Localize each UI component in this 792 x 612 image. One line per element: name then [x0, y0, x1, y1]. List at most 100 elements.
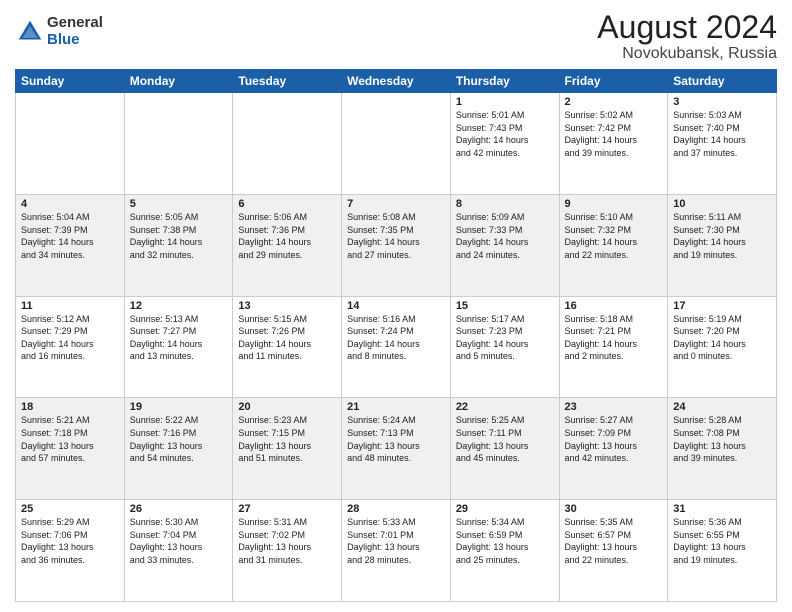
col-header-saturday: Saturday — [668, 70, 777, 93]
day-cell — [124, 93, 233, 195]
day-cell: 7Sunrise: 5:08 AM Sunset: 7:35 PM Daylig… — [342, 194, 451, 296]
day-number: 19 — [130, 401, 228, 413]
day-cell: 6Sunrise: 5:06 AM Sunset: 7:36 PM Daylig… — [233, 194, 342, 296]
week-row-5: 25Sunrise: 5:29 AM Sunset: 7:06 PM Dayli… — [16, 500, 777, 602]
day-info: Sunrise: 5:19 AM Sunset: 7:20 PM Dayligh… — [673, 313, 771, 363]
day-info: Sunrise: 5:28 AM Sunset: 7:08 PM Dayligh… — [673, 414, 771, 464]
day-number: 8 — [456, 198, 554, 210]
day-cell: 10Sunrise: 5:11 AM Sunset: 7:30 PM Dayli… — [668, 194, 777, 296]
day-cell: 13Sunrise: 5:15 AM Sunset: 7:26 PM Dayli… — [233, 296, 342, 398]
day-info: Sunrise: 5:05 AM Sunset: 7:38 PM Dayligh… — [130, 211, 228, 261]
day-number: 21 — [347, 401, 445, 413]
day-number: 20 — [238, 401, 336, 413]
day-number: 25 — [21, 503, 119, 515]
day-cell: 11Sunrise: 5:12 AM Sunset: 7:29 PM Dayli… — [16, 296, 125, 398]
day-info: Sunrise: 5:27 AM Sunset: 7:09 PM Dayligh… — [565, 414, 663, 464]
day-number: 18 — [21, 401, 119, 413]
day-info: Sunrise: 5:24 AM Sunset: 7:13 PM Dayligh… — [347, 414, 445, 464]
logo-blue: Blue — [47, 32, 103, 49]
day-cell: 3Sunrise: 5:03 AM Sunset: 7:40 PM Daylig… — [668, 93, 777, 195]
day-cell: 25Sunrise: 5:29 AM Sunset: 7:06 PM Dayli… — [16, 500, 125, 602]
day-cell — [233, 93, 342, 195]
day-cell: 9Sunrise: 5:10 AM Sunset: 7:32 PM Daylig… — [559, 194, 668, 296]
day-info: Sunrise: 5:16 AM Sunset: 7:24 PM Dayligh… — [347, 313, 445, 363]
col-header-thursday: Thursday — [450, 70, 559, 93]
day-cell: 27Sunrise: 5:31 AM Sunset: 7:02 PM Dayli… — [233, 500, 342, 602]
day-cell: 22Sunrise: 5:25 AM Sunset: 7:11 PM Dayli… — [450, 398, 559, 500]
day-info: Sunrise: 5:22 AM Sunset: 7:16 PM Dayligh… — [130, 414, 228, 464]
day-cell: 4Sunrise: 5:04 AM Sunset: 7:39 PM Daylig… — [16, 194, 125, 296]
day-info: Sunrise: 5:02 AM Sunset: 7:42 PM Dayligh… — [565, 109, 663, 159]
day-info: Sunrise: 5:12 AM Sunset: 7:29 PM Dayligh… — [21, 313, 119, 363]
day-cell: 15Sunrise: 5:17 AM Sunset: 7:23 PM Dayli… — [450, 296, 559, 398]
day-number: 6 — [238, 198, 336, 210]
day-number: 29 — [456, 503, 554, 515]
day-number: 7 — [347, 198, 445, 210]
day-cell: 21Sunrise: 5:24 AM Sunset: 7:13 PM Dayli… — [342, 398, 451, 500]
day-number: 11 — [21, 300, 119, 312]
day-cell: 18Sunrise: 5:21 AM Sunset: 7:18 PM Dayli… — [16, 398, 125, 500]
day-number: 3 — [673, 96, 771, 108]
header: General Blue August 2024 Novokubansk, Ru… — [15, 10, 777, 63]
day-cell: 2Sunrise: 5:02 AM Sunset: 7:42 PM Daylig… — [559, 93, 668, 195]
day-cell: 20Sunrise: 5:23 AM Sunset: 7:15 PM Dayli… — [233, 398, 342, 500]
week-row-1: 1Sunrise: 5:01 AM Sunset: 7:43 PM Daylig… — [16, 93, 777, 195]
day-info: Sunrise: 5:18 AM Sunset: 7:21 PM Dayligh… — [565, 313, 663, 363]
day-cell: 26Sunrise: 5:30 AM Sunset: 7:04 PM Dayli… — [124, 500, 233, 602]
day-number: 13 — [238, 300, 336, 312]
day-cell: 14Sunrise: 5:16 AM Sunset: 7:24 PM Dayli… — [342, 296, 451, 398]
day-cell: 23Sunrise: 5:27 AM Sunset: 7:09 PM Dayli… — [559, 398, 668, 500]
day-info: Sunrise: 5:29 AM Sunset: 7:06 PM Dayligh… — [21, 516, 119, 566]
day-info: Sunrise: 5:13 AM Sunset: 7:27 PM Dayligh… — [130, 313, 228, 363]
day-info: Sunrise: 5:21 AM Sunset: 7:18 PM Dayligh… — [21, 414, 119, 464]
day-cell: 29Sunrise: 5:34 AM Sunset: 6:59 PM Dayli… — [450, 500, 559, 602]
day-cell: 5Sunrise: 5:05 AM Sunset: 7:38 PM Daylig… — [124, 194, 233, 296]
col-header-sunday: Sunday — [16, 70, 125, 93]
day-number: 15 — [456, 300, 554, 312]
day-number: 24 — [673, 401, 771, 413]
day-cell: 8Sunrise: 5:09 AM Sunset: 7:33 PM Daylig… — [450, 194, 559, 296]
day-info: Sunrise: 5:09 AM Sunset: 7:33 PM Dayligh… — [456, 211, 554, 261]
location-subtitle: Novokubansk, Russia — [597, 45, 777, 63]
day-cell: 31Sunrise: 5:36 AM Sunset: 6:55 PM Dayli… — [668, 500, 777, 602]
day-number: 5 — [130, 198, 228, 210]
logo: General Blue — [15, 15, 103, 48]
day-info: Sunrise: 5:15 AM Sunset: 7:26 PM Dayligh… — [238, 313, 336, 363]
day-info: Sunrise: 5:36 AM Sunset: 6:55 PM Dayligh… — [673, 516, 771, 566]
day-number: 27 — [238, 503, 336, 515]
week-row-3: 11Sunrise: 5:12 AM Sunset: 7:29 PM Dayli… — [16, 296, 777, 398]
day-info: Sunrise: 5:34 AM Sunset: 6:59 PM Dayligh… — [456, 516, 554, 566]
day-info: Sunrise: 5:31 AM Sunset: 7:02 PM Dayligh… — [238, 516, 336, 566]
day-info: Sunrise: 5:04 AM Sunset: 7:39 PM Dayligh… — [21, 211, 119, 261]
day-number: 16 — [565, 300, 663, 312]
month-title: August 2024 — [597, 10, 777, 45]
day-cell: 28Sunrise: 5:33 AM Sunset: 7:01 PM Dayli… — [342, 500, 451, 602]
logo-text: General Blue — [47, 15, 103, 48]
day-number: 9 — [565, 198, 663, 210]
day-cell — [342, 93, 451, 195]
day-info: Sunrise: 5:10 AM Sunset: 7:32 PM Dayligh… — [565, 211, 663, 261]
day-number: 14 — [347, 300, 445, 312]
week-row-2: 4Sunrise: 5:04 AM Sunset: 7:39 PM Daylig… — [16, 194, 777, 296]
day-info: Sunrise: 5:33 AM Sunset: 7:01 PM Dayligh… — [347, 516, 445, 566]
day-info: Sunrise: 5:30 AM Sunset: 7:04 PM Dayligh… — [130, 516, 228, 566]
col-header-friday: Friday — [559, 70, 668, 93]
day-number: 17 — [673, 300, 771, 312]
logo-general: General — [47, 15, 103, 32]
day-number: 12 — [130, 300, 228, 312]
day-cell — [16, 93, 125, 195]
day-number: 10 — [673, 198, 771, 210]
day-number: 31 — [673, 503, 771, 515]
page: General Blue August 2024 Novokubansk, Ru… — [0, 0, 792, 612]
day-info: Sunrise: 5:35 AM Sunset: 6:57 PM Dayligh… — [565, 516, 663, 566]
day-number: 1 — [456, 96, 554, 108]
day-info: Sunrise: 5:08 AM Sunset: 7:35 PM Dayligh… — [347, 211, 445, 261]
day-cell: 30Sunrise: 5:35 AM Sunset: 6:57 PM Dayli… — [559, 500, 668, 602]
day-number: 26 — [130, 503, 228, 515]
col-header-tuesday: Tuesday — [233, 70, 342, 93]
day-number: 2 — [565, 96, 663, 108]
day-info: Sunrise: 5:01 AM Sunset: 7:43 PM Dayligh… — [456, 109, 554, 159]
day-info: Sunrise: 5:17 AM Sunset: 7:23 PM Dayligh… — [456, 313, 554, 363]
col-header-wednesday: Wednesday — [342, 70, 451, 93]
day-info: Sunrise: 5:03 AM Sunset: 7:40 PM Dayligh… — [673, 109, 771, 159]
